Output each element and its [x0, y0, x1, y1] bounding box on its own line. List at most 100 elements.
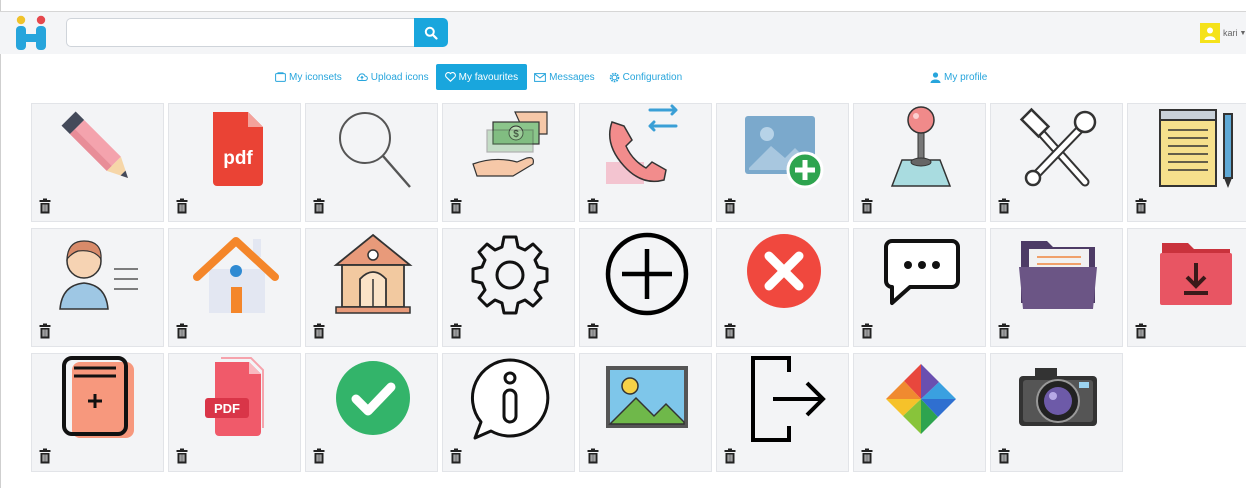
trash-icon[interactable]: [998, 448, 1010, 464]
favourite-tile[interactable]: [990, 353, 1123, 472]
favourite-tile[interactable]: [579, 103, 712, 222]
trash-icon[interactable]: [39, 198, 51, 214]
close-circle-icon: [747, 234, 821, 308]
nav-my-iconsets[interactable]: My iconsets: [268, 64, 349, 90]
favourite-tile[interactable]: [579, 228, 712, 347]
check-circle-icon: [336, 361, 410, 435]
avatar: [1200, 23, 1220, 43]
magnifier-icon: [339, 112, 411, 188]
user-name: kari: [1223, 28, 1238, 38]
trash-icon[interactable]: [450, 448, 462, 464]
trash-icon[interactable]: [450, 198, 462, 214]
joystick-icon: [890, 106, 952, 187]
trash-icon[interactable]: [176, 198, 188, 214]
svg-text:pdf: pdf: [223, 148, 253, 169]
nav-messages[interactable]: Messages: [527, 64, 602, 90]
trash-icon[interactable]: [861, 198, 873, 214]
favourite-tile[interactable]: [1127, 228, 1246, 347]
favourite-tile[interactable]: [716, 353, 849, 472]
add-document-icon: [62, 356, 134, 438]
favourite-tile[interactable]: [853, 228, 986, 347]
nav-label: Upload icons: [370, 71, 429, 83]
nav-label: My favourites: [458, 71, 519, 83]
nav-upload-icons[interactable]: Upload icons: [349, 64, 436, 90]
trash-icon[interactable]: [313, 198, 325, 214]
favourite-tile[interactable]: [579, 353, 712, 472]
trash-icon[interactable]: [39, 448, 51, 464]
pinwheel-icon: [886, 364, 956, 434]
pencil-icon: [61, 111, 128, 178]
favourite-tile[interactable]: [1127, 103, 1246, 222]
trash-icon[interactable]: [1135, 198, 1147, 214]
money-payment-icon: $: [472, 111, 548, 177]
favourite-tile[interactable]: pdf: [168, 103, 301, 222]
pdf-document-icon: PDF: [205, 357, 264, 436]
user-avatar-icon: [1204, 27, 1216, 40]
favourite-tile[interactable]: [442, 228, 575, 347]
trash-icon[interactable]: [176, 323, 188, 339]
trash-icon[interactable]: [587, 323, 599, 339]
plus-circle-icon: [605, 232, 689, 316]
nav-my-profile[interactable]: My profile: [930, 64, 987, 90]
favourite-tile[interactable]: [716, 103, 849, 222]
chevron-down-icon: ▼: [1239, 29, 1246, 37]
favourite-tile[interactable]: [990, 228, 1123, 347]
chat-bubble-icon: [884, 239, 960, 305]
trash-icon[interactable]: [313, 323, 325, 339]
trash-icon[interactable]: [998, 323, 1010, 339]
favourite-tile[interactable]: [31, 103, 164, 222]
info-bubble-icon: [470, 358, 550, 440]
favourite-tile[interactable]: [442, 353, 575, 472]
favourite-tile[interactable]: [716, 228, 849, 347]
user-profile-icon: [59, 240, 138, 310]
heart-icon: [444, 72, 456, 82]
favourite-tile[interactable]: [31, 228, 164, 347]
favourite-tile[interactable]: PDF: [168, 353, 301, 472]
nav-label: Configuration: [622, 71, 683, 83]
notepad-icon: [1159, 109, 1233, 188]
camera-icon: [1019, 368, 1097, 426]
main-nav: My iconsets Upload icons My favourites M…: [268, 64, 689, 90]
search-input[interactable]: [66, 18, 414, 47]
trash-icon[interactable]: [176, 448, 188, 464]
trash-icon[interactable]: [39, 323, 51, 339]
iconset-icon: [275, 72, 286, 82]
pdf-file-icon: pdf: [213, 112, 263, 186]
favourite-tile[interactable]: [990, 103, 1123, 222]
cog-icon: [609, 72, 620, 83]
house-building-icon: [333, 233, 413, 314]
nav-label: My iconsets: [289, 71, 342, 83]
logout-icon: [751, 356, 826, 442]
trash-icon[interactable]: [1135, 323, 1147, 339]
trash-icon[interactable]: [724, 198, 736, 214]
nav-my-favourites[interactable]: My favourites: [435, 64, 528, 90]
favourite-tile[interactable]: $: [442, 103, 575, 222]
favourite-tile[interactable]: [305, 228, 438, 347]
trash-icon[interactable]: [587, 448, 599, 464]
favourite-tile[interactable]: [168, 228, 301, 347]
landscape-image-icon: [606, 366, 688, 428]
add-image-icon: [745, 116, 824, 189]
cloud-upload-icon: [356, 72, 368, 82]
iconhub-logo[interactable]: [14, 15, 50, 51]
svg-text:PDF: PDF: [214, 401, 240, 416]
trash-icon[interactable]: [998, 198, 1010, 214]
trash-icon[interactable]: [450, 323, 462, 339]
envelope-icon: [534, 72, 546, 82]
trash-icon[interactable]: [313, 448, 325, 464]
tools-icon: [1019, 107, 1097, 187]
favourite-tile[interactable]: [305, 353, 438, 472]
nav-configuration[interactable]: Configuration: [602, 64, 689, 90]
trash-icon[interactable]: [724, 448, 736, 464]
trash-icon[interactable]: [587, 198, 599, 214]
search-button[interactable]: [414, 18, 448, 47]
trash-icon[interactable]: [861, 323, 873, 339]
trash-icon[interactable]: [724, 323, 736, 339]
favourite-tile[interactable]: [853, 103, 986, 222]
favourite-tile[interactable]: [853, 353, 986, 472]
user-menu[interactable]: kari ▼: [1200, 22, 1246, 44]
trash-icon[interactable]: [861, 448, 873, 464]
favourite-tile[interactable]: [305, 103, 438, 222]
download-folder-icon: [1160, 243, 1232, 305]
favourite-tile[interactable]: [31, 353, 164, 472]
